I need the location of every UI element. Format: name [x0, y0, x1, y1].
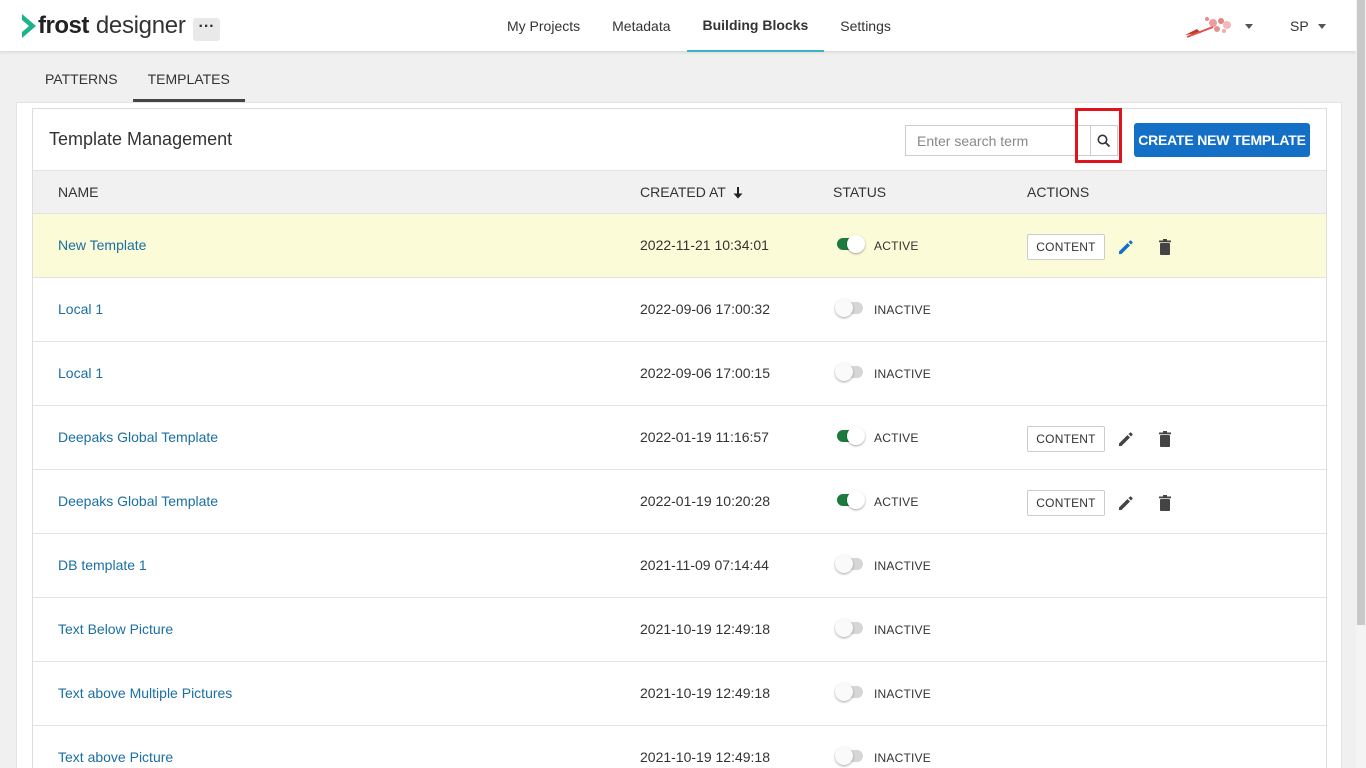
tab-templates[interactable]: TEMPLATES: [132, 60, 245, 102]
more-menu-button[interactable]: ···: [193, 18, 220, 41]
chevron-logo-icon: [22, 14, 36, 38]
status-label: ACTIVE: [874, 495, 919, 509]
status-toggle[interactable]: [835, 619, 865, 637]
edit-pencil-icon[interactable]: [1116, 237, 1136, 257]
template-management-panel: Template Management CREATE NEW TEMPLATE …: [32, 108, 1327, 768]
top-header: frost designer ··· My Projects Metadata …: [0, 0, 1356, 52]
table-row: Text above Multiple Pictures 2021-10-19 1…: [33, 662, 1326, 726]
status-label: INACTIVE: [874, 367, 931, 381]
status-toggle[interactable]: [835, 747, 865, 765]
template-name-link[interactable]: DB template 1: [58, 557, 147, 573]
table-row: Text above Picture 2021-10-19 12:49:18 INA…: [33, 726, 1326, 768]
template-name-link[interactable]: Deepaks Global Template: [58, 493, 218, 509]
status-label: INACTIVE: [874, 623, 931, 637]
template-name-link[interactable]: Text above Multiple Pictures: [58, 685, 232, 701]
edit-pencil-icon[interactable]: [1116, 493, 1136, 513]
created-at-value: 2022-01-19 11:16:57: [640, 429, 769, 445]
column-header-created-at[interactable]: CREATED AT: [640, 184, 743, 200]
main-nav: My Projects Metadata Building Blocks Set…: [491, 0, 907, 52]
status-toggle[interactable]: [835, 427, 865, 445]
table-row: Local 1 2022-09-06 17:00:15 INACTIVE: [33, 342, 1326, 406]
page-scrollbar[interactable]: [1356, 0, 1366, 768]
frost-designer-logo[interactable]: frost designer: [22, 12, 186, 40]
status-label: INACTIVE: [874, 303, 931, 317]
scrollbar-thumb[interactable]: [1357, 0, 1365, 625]
table-header: NAME CREATED AT STATUS ACTIONS: [33, 170, 1326, 214]
toggle-knob: [835, 299, 853, 317]
status-label: INACTIVE: [874, 687, 931, 701]
organization-logo-icon: [1183, 13, 1235, 39]
delete-trash-icon[interactable]: [1157, 429, 1173, 449]
status-toggle[interactable]: [835, 235, 865, 253]
annotation-highlight: [1075, 108, 1122, 163]
table-row: Text Below Picture 2021-10-19 12:49:18 INA…: [33, 598, 1326, 662]
chevron-down-icon: [1317, 23, 1326, 29]
created-at-value: 2022-09-06 17:00:32: [640, 301, 770, 317]
building-blocks-tabs: PATTERNS TEMPLATES: [30, 60, 245, 102]
nav-metadata[interactable]: Metadata: [596, 0, 686, 52]
toggle-knob: [835, 555, 853, 573]
column-header-created-at-label: CREATED AT: [640, 184, 726, 200]
page-title: Template Management: [49, 129, 233, 149]
logo-text-bold: frost: [38, 12, 89, 39]
user-menu[interactable]: SP: [1290, 18, 1326, 34]
toggle-knob: [835, 363, 853, 381]
created-at-value: 2022-01-19 10:20:28: [640, 493, 770, 509]
created-at-value: 2022-09-06 17:00:15: [640, 365, 770, 381]
organization-switcher[interactable]: [1183, 12, 1253, 40]
table-row: Deepaks Global Template 2022-01-19 11:16:…: [33, 406, 1326, 470]
tab-patterns[interactable]: PATTERNS: [30, 60, 133, 102]
search-input[interactable]: [906, 126, 1090, 155]
status-toggle[interactable]: [835, 491, 865, 509]
logo-text-light: designer: [95, 12, 186, 39]
status-toggle[interactable]: [835, 299, 865, 317]
template-name-link[interactable]: Local 1: [58, 301, 103, 317]
table-row: Local 1 2022-09-06 17:00:32 INACTIVE: [33, 278, 1326, 342]
status-label: INACTIVE: [874, 559, 931, 573]
content-button[interactable]: CONTENT: [1027, 490, 1105, 516]
column-header-actions: ACTIONS: [1027, 184, 1090, 200]
created-at-value: 2022-11-21 10:34:01: [640, 237, 769, 253]
nav-my-projects[interactable]: My Projects: [491, 0, 596, 52]
table-row: DB template 1 2021-11-09 07:14:44 INACTIVE: [33, 534, 1326, 598]
delete-trash-icon[interactable]: [1157, 237, 1173, 257]
create-new-template-button[interactable]: CREATE NEW TEMPLATE: [1134, 123, 1310, 157]
toggle-knob: [835, 619, 853, 637]
created-at-value: 2021-11-09 07:14:44: [640, 557, 769, 573]
template-name-link[interactable]: New Template: [58, 237, 146, 253]
table-row: Deepaks Global Template 2022-01-19 10:20:…: [33, 470, 1326, 534]
nav-building-blocks[interactable]: Building Blocks: [686, 0, 825, 52]
column-header-status: STATUS: [833, 184, 887, 200]
created-at-value: 2021-10-19 12:49:18: [640, 685, 770, 701]
nav-settings[interactable]: Settings: [824, 0, 907, 52]
status-toggle[interactable]: [835, 555, 865, 573]
template-name-link[interactable]: Text Below Picture: [58, 621, 173, 637]
template-name-link[interactable]: Local 1: [58, 365, 103, 381]
toggle-knob: [847, 427, 865, 445]
created-at-value: 2021-10-19 12:49:18: [640, 621, 770, 637]
user-initials: SP: [1290, 18, 1309, 34]
toggle-knob: [847, 235, 865, 253]
status-toggle[interactable]: [835, 683, 865, 701]
status-label: ACTIVE: [874, 431, 919, 445]
delete-trash-icon[interactable]: [1157, 493, 1173, 513]
template-name-link[interactable]: Text above Picture: [58, 749, 173, 765]
status-label: ACTIVE: [874, 239, 919, 253]
table-row: New Template 2022-11-21 10:34:01 ACTIVE CON…: [33, 214, 1326, 278]
toggle-knob: [835, 747, 853, 765]
status-toggle[interactable]: [835, 363, 865, 381]
column-header-name[interactable]: NAME: [58, 184, 98, 200]
chevron-down-icon: [1245, 23, 1253, 29]
status-label: INACTIVE: [874, 751, 931, 765]
template-name-link[interactable]: Deepaks Global Template: [58, 429, 218, 445]
content-button[interactable]: CONTENT: [1027, 426, 1105, 452]
sort-descending-icon: [733, 187, 743, 199]
toggle-knob: [847, 491, 865, 509]
edit-pencil-icon[interactable]: [1116, 429, 1136, 449]
created-at-value: 2021-10-19 12:49:18: [640, 749, 770, 765]
content-button[interactable]: CONTENT: [1027, 234, 1105, 260]
toggle-knob: [835, 683, 853, 701]
